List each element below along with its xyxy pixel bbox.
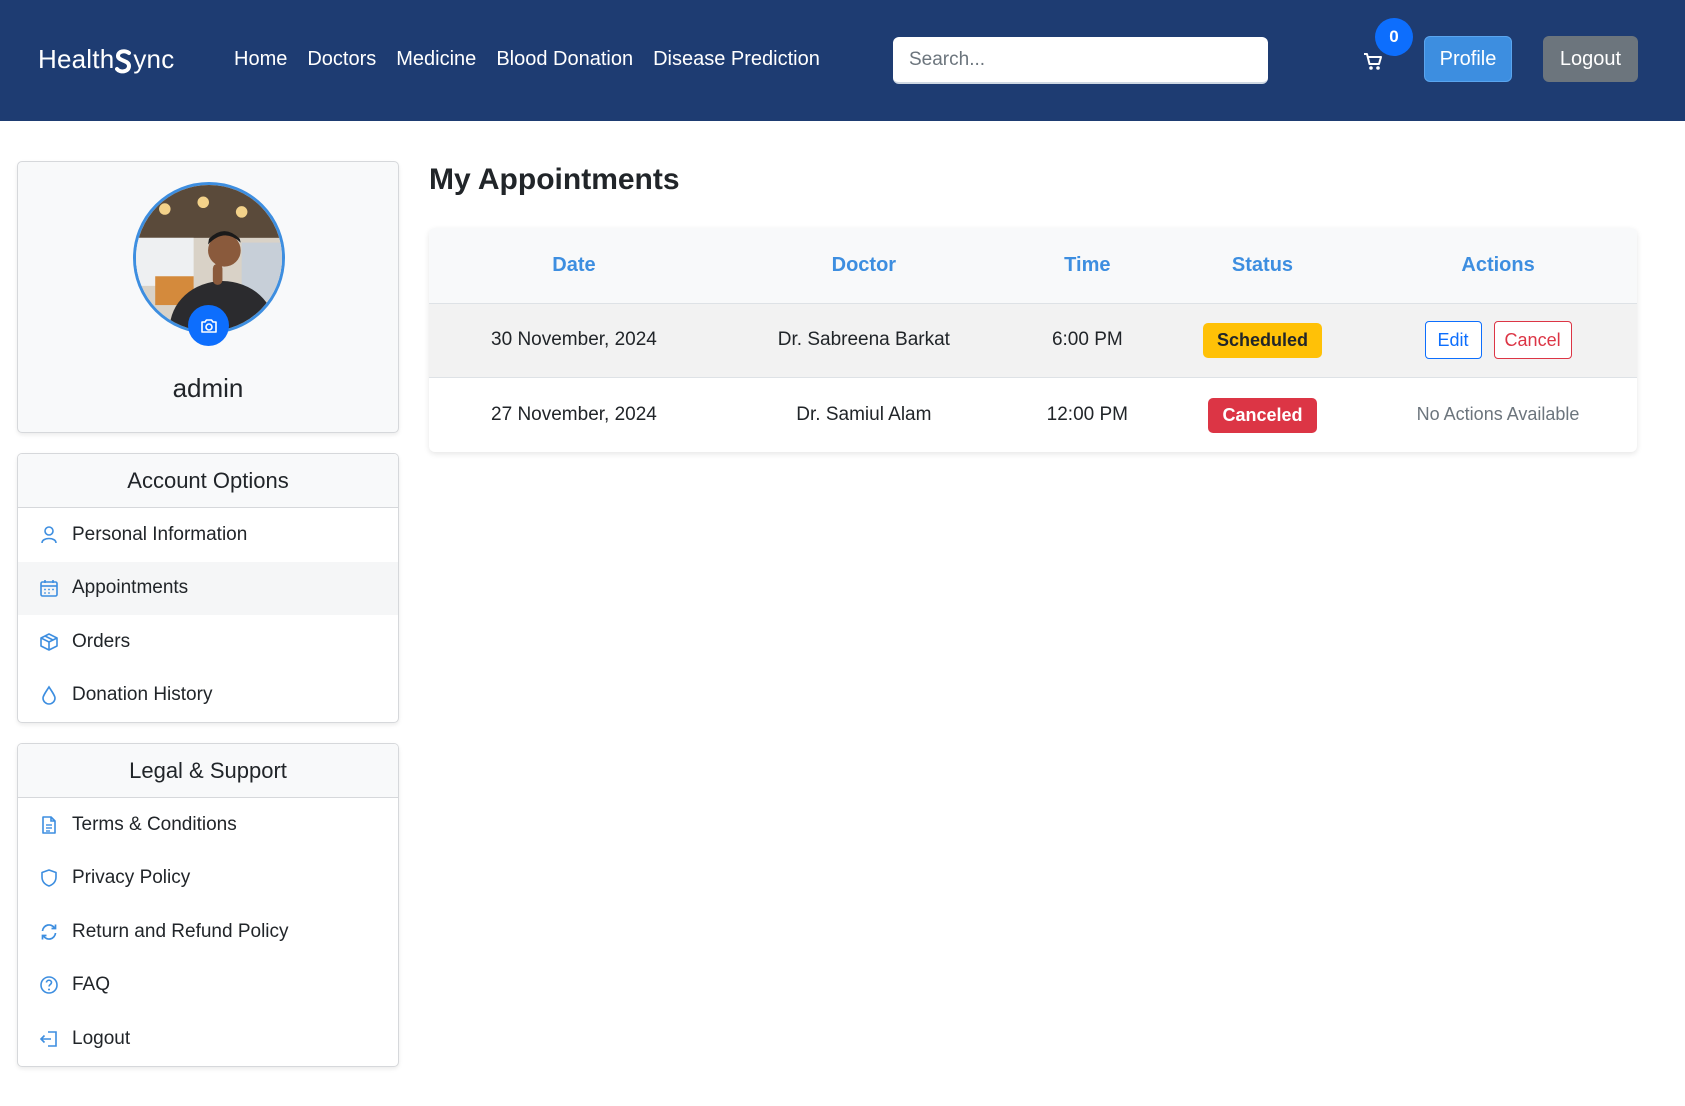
question-icon [38,974,60,996]
nav-link-doctors[interactable]: Doctors [307,48,376,71]
brand-logo[interactable]: Health ync [38,44,174,75]
menu-item-privacy-policy[interactable]: Privacy Policy [18,852,398,906]
cell-actions: Edit Cancel [1359,303,1637,378]
appointments-table: Date Doctor Time Status Actions 30 Novem… [429,228,1637,452]
menu-item-donation-history[interactable]: Donation History [18,669,398,723]
brand-text-part1: Health [38,44,115,74]
logout-icon [38,1028,60,1050]
status-badge: Scheduled [1202,322,1322,358]
column-header-time: Time [1008,228,1166,304]
profile-card: admin [17,161,399,433]
no-actions-text: No Actions Available [1416,404,1580,424]
cell-doctor: Dr. Samiul Alam [796,404,932,425]
document-icon [38,814,60,836]
menu-item-label: Logout [72,1027,131,1049]
cart-icon[interactable] [1362,50,1384,72]
cell-doctor: Dr. Sabreena Barkat [718,303,1009,378]
column-header-status: Status [1165,228,1360,304]
menu-item-personal-information[interactable]: Personal Information [18,508,398,562]
nav-link-medicine[interactable]: Medicine [396,48,476,71]
menu-item-faq[interactable]: FAQ [18,959,398,1013]
calendar-icon [38,577,60,599]
table-row: 27 November, 2024 Dr. Samiul Alam 12:00 … [429,378,1637,453]
logout-button[interactable]: Logout [1543,36,1638,82]
menu-item-label: Orders [72,630,131,652]
shield-icon [38,867,60,889]
cell-time: 6:00 PM [1008,303,1166,378]
person-icon [38,524,60,546]
refresh-icon [38,921,60,943]
edit-appointment-button[interactable]: Edit [1424,321,1482,360]
menu-item-terms-conditions[interactable]: Terms & Conditions [18,798,398,852]
table-header-row: Date Doctor Time Status Actions [429,228,1637,304]
camera-icon [200,318,217,333]
menu-item-label: Appointments [72,577,189,599]
page-title: My Appointments [429,163,680,196]
column-header-actions: Actions [1359,228,1637,304]
box-icon [38,631,60,653]
appointments-table-container: Date Doctor Time Status Actions 30 Novem… [429,228,1637,452]
brand-s-logo-icon [115,49,132,74]
cell-time: 12:00 PM [1046,404,1128,425]
cell-status: Canceled [1166,378,1359,453]
nav-link-blood-donation[interactable]: Blood Donation [496,48,633,71]
status-badge: Canceled [1208,397,1317,433]
top-navbar: Health ync Home Doctors Medicine Blood Do… [0,0,1685,121]
search-input[interactable] [893,37,1268,84]
menu-item-label: Personal Information [72,523,248,545]
cell-actions: No Actions Available [1359,378,1637,453]
nav-links: Home Doctors Medicine Blood Donation Dis… [234,48,820,71]
legal-support-title: Legal & Support [18,744,398,798]
menu-item-orders[interactable]: Orders [18,615,398,669]
account-options-card: Account Options Personal Information App… [17,453,399,723]
table-row: 30 November, 2024 Dr. Sabreena Barkat 6:… [429,303,1637,378]
cart-count-badge: 0 [1375,18,1413,56]
account-options-title: Account Options [18,454,398,508]
menu-item-label: Privacy Policy [72,867,191,889]
nav-link-disease-prediction[interactable]: Disease Prediction [653,48,820,71]
brand-text-part2: ync [133,44,175,74]
menu-item-logout[interactable]: Logout [18,1012,398,1066]
cancel-appointment-button[interactable]: Cancel [1493,321,1572,360]
column-header-date: Date [429,228,719,304]
cell-status: Scheduled [1165,303,1360,378]
menu-item-return-refund-policy[interactable]: Return and Refund Policy [18,905,398,959]
profile-button[interactable]: Profile [1424,36,1512,82]
legal-support-card: Legal & Support Terms & Conditions Priva… [17,743,399,1067]
menu-item-appointments[interactable]: Appointments [18,561,398,615]
change-photo-button[interactable] [188,305,229,346]
menu-item-label: Donation History [72,684,213,706]
profile-username: admin [172,373,244,403]
droplet-icon [38,684,60,706]
nav-link-home[interactable]: Home [234,48,287,71]
menu-item-label: Terms & Conditions [72,813,237,835]
menu-item-label: Return and Refund Policy [72,920,289,942]
cell-date: 27 November, 2024 [491,404,657,425]
menu-item-label: FAQ [72,974,111,996]
cell-date: 30 November, 2024 [429,303,719,378]
column-header-doctor: Doctor [718,228,1009,304]
